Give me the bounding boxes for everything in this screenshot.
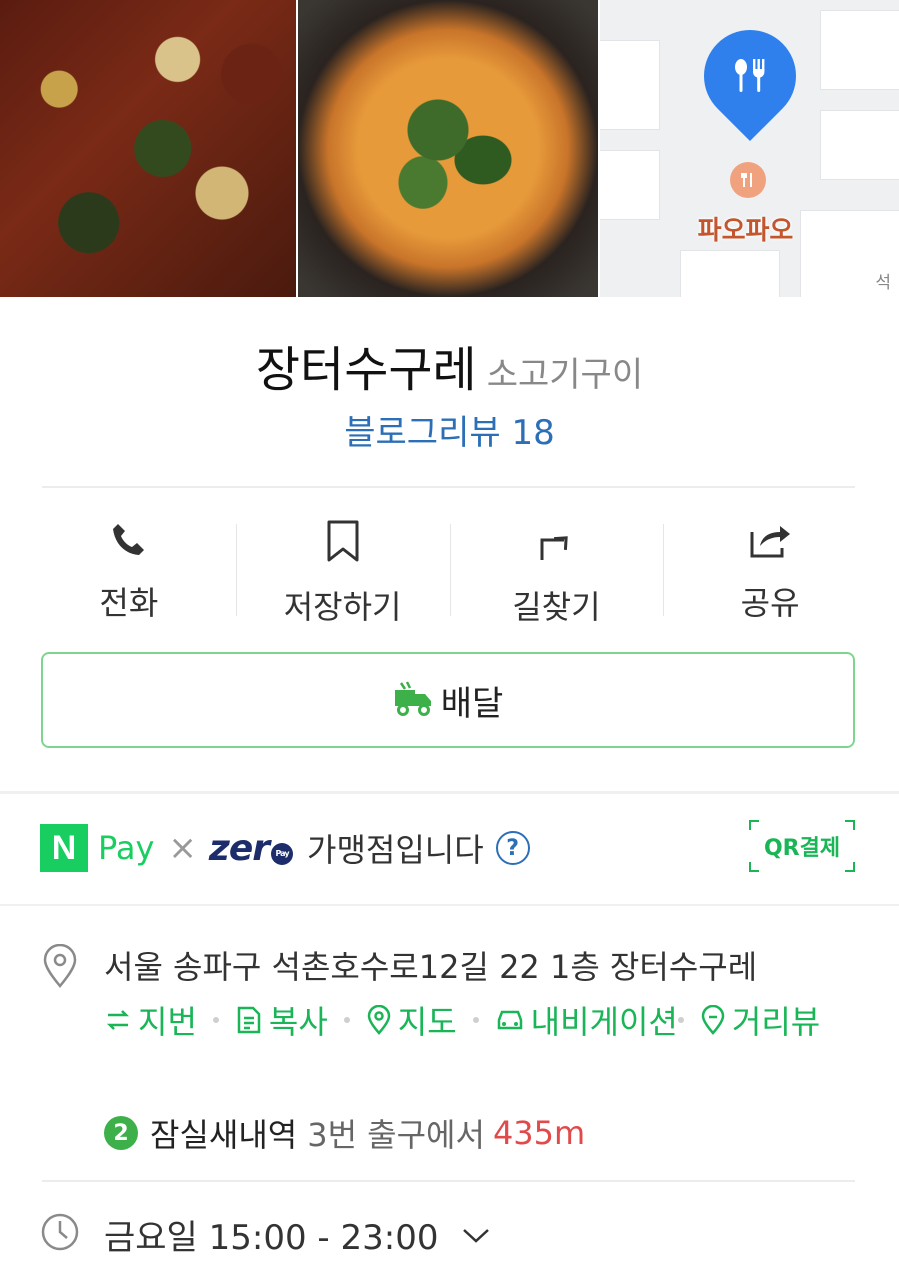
map-place-label: 파오파오 bbox=[697, 216, 794, 246]
street-view-link[interactable]: 거리뷰 bbox=[700, 997, 820, 1043]
merchant-text: 가맹점입니다 bbox=[307, 831, 484, 869]
share-icon bbox=[748, 520, 792, 560]
subway-line-badge: 2 bbox=[104, 1116, 138, 1150]
food-photo-1[interactable] bbox=[0, 0, 297, 297]
subway-station[interactable]: 잠실새내역 bbox=[150, 1110, 297, 1156]
hours-text: 금요일 15:00 - 23:00 bbox=[104, 1218, 439, 1258]
place-name: 장터수구레 bbox=[255, 342, 477, 398]
delivery-label: 배달 bbox=[440, 683, 504, 724]
location-pin-icon bbox=[40, 943, 80, 988]
divider bbox=[42, 1180, 855, 1182]
call-button[interactable]: 전화 bbox=[22, 520, 236, 622]
subway-info: 2 잠실새내역 3번 출구에서 435m bbox=[104, 1110, 585, 1156]
help-icon[interactable]: ? bbox=[495, 831, 530, 865]
map-corner-label: 석 bbox=[875, 273, 891, 293]
place-header: 장터수구레 소고기구이 bbox=[0, 330, 899, 400]
save-button[interactable]: 저장하기 bbox=[235, 520, 450, 626]
npay-zeropay-row: N Pay × zer Pay 가맹점입니다 ? bbox=[40, 822, 860, 874]
action-label: 공유 bbox=[740, 584, 800, 622]
action-bar: 전화 저장하기 길찾기 공유 bbox=[22, 520, 877, 626]
action-label: 저장하기 bbox=[283, 588, 402, 626]
link-label: 지도 bbox=[397, 1003, 457, 1041]
blog-review-link[interactable]: 블로그리뷰 18 bbox=[0, 405, 899, 454]
delivery-button[interactable]: 배달 bbox=[41, 652, 855, 748]
link-label: 지번 bbox=[138, 1003, 197, 1041]
separator-dot bbox=[212, 1017, 219, 1023]
action-label: 전화 bbox=[99, 584, 159, 622]
zeropay-badge: Pay bbox=[271, 842, 294, 865]
map-thumbnail[interactable]: 파오파오 석 bbox=[599, 0, 899, 297]
map-link[interactable]: 지도 bbox=[366, 997, 457, 1043]
subway-exit: 3번 출구에서 bbox=[307, 1116, 485, 1154]
navigation-link[interactable]: 내비게이션 bbox=[495, 997, 678, 1043]
place-category: 소고기구이 bbox=[486, 355, 644, 395]
directions-icon bbox=[534, 520, 578, 564]
phone-icon bbox=[107, 520, 151, 560]
clock-icon bbox=[40, 1212, 80, 1252]
share-button[interactable]: 공유 bbox=[663, 520, 877, 622]
npay-word: Pay bbox=[98, 829, 155, 867]
address-text: 서울 송파구 석촌호수로12길 22 1층 장터수구레 bbox=[104, 948, 758, 986]
link-label: 거리뷰 bbox=[731, 1003, 821, 1041]
subway-distance: 435m bbox=[492, 1114, 586, 1152]
delivery-truck-icon bbox=[393, 680, 435, 720]
business-hours[interactable]: 금요일 15:00 - 23:00 bbox=[104, 1210, 491, 1259]
link-label: 내비게이션 bbox=[530, 1003, 678, 1041]
photo-strip: 파오파오 석 bbox=[0, 0, 899, 297]
separator-dot bbox=[677, 1017, 684, 1023]
npay-logo: N bbox=[40, 824, 88, 872]
link-label: 복사 bbox=[268, 1003, 328, 1041]
map-pin-icon bbox=[367, 1005, 391, 1035]
qr-payment-button[interactable]: QR결제 bbox=[749, 820, 855, 872]
street-view-icon bbox=[701, 1005, 725, 1035]
lot-address-link[interactable]: 지번 bbox=[104, 997, 197, 1043]
swap-icon bbox=[106, 1010, 130, 1030]
zeropay-logo: zer Pay bbox=[208, 827, 294, 869]
copy-link[interactable]: 복사 bbox=[235, 997, 328, 1043]
copy-icon bbox=[237, 1006, 261, 1034]
car-icon bbox=[497, 1010, 522, 1030]
zeropay-word: zer bbox=[208, 827, 270, 869]
address-link-row: 지번 복사 지도 내비게이션 거리뷰 bbox=[104, 997, 824, 1043]
bookmark-icon bbox=[321, 520, 365, 564]
separator-dot bbox=[343, 1017, 350, 1023]
times-symbol: × bbox=[168, 828, 197, 868]
divider bbox=[42, 486, 855, 488]
food-photo-2[interactable] bbox=[298, 0, 598, 297]
qr-label: QR결제 bbox=[763, 836, 841, 861]
section-divider bbox=[0, 904, 899, 906]
action-label: 길찾기 bbox=[512, 588, 601, 626]
restaurant-marker-icon bbox=[729, 162, 766, 198]
section-divider bbox=[0, 791, 899, 794]
directions-button[interactable]: 길찾기 bbox=[449, 520, 664, 626]
chevron-down-icon bbox=[462, 1228, 489, 1243]
separator-dot bbox=[472, 1017, 479, 1023]
fork-knife-icon bbox=[704, 30, 796, 122]
